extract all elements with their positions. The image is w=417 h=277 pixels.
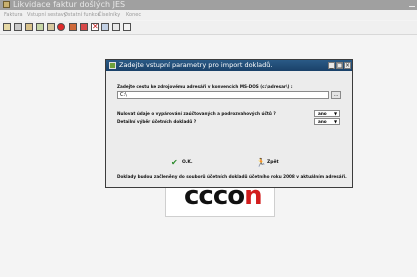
app-icon bbox=[3, 1, 10, 8]
dialog-app-icon bbox=[109, 62, 116, 69]
zero-pairing-select[interactable]: ano ▼ bbox=[314, 110, 340, 117]
path-input[interactable]: C:\ bbox=[117, 91, 329, 99]
dialog-maximize-icon[interactable]: □ bbox=[336, 62, 343, 69]
checkmark-icon: ✔ bbox=[171, 158, 178, 167]
path-label: Zadejte cestu ke zdrojovému adresáři v k… bbox=[117, 84, 293, 89]
app-title: Likvidace faktur došlých JES bbox=[13, 0, 126, 9]
dialog-title: Zadejte vstupní parametry pro import dok… bbox=[119, 61, 273, 69]
print-icon[interactable] bbox=[14, 23, 22, 31]
minimize-icon[interactable] bbox=[409, 2, 415, 7]
import-parameters-dialog: Zadejte vstupní parametry pro import dok… bbox=[105, 59, 353, 188]
delete-icon[interactable]: ✕ bbox=[91, 23, 99, 31]
menu-ciselniky[interactable]: Číselníky bbox=[98, 10, 120, 20]
chevron-down-icon: ▼ bbox=[333, 111, 338, 116]
detail-selection-value: ano bbox=[318, 119, 327, 124]
ok-button-label: O.K. bbox=[182, 160, 193, 165]
doc-icon[interactable] bbox=[123, 23, 131, 31]
tools-icon[interactable] bbox=[101, 23, 109, 31]
dialog-title-bar: Zadejte vstupní parametry pro import dok… bbox=[106, 60, 352, 71]
menu-ostatni-funkce[interactable]: Ostatní funkce bbox=[64, 10, 101, 20]
ok-button[interactable]: ✔ O.K. bbox=[166, 156, 202, 168]
stop-icon[interactable] bbox=[57, 23, 65, 31]
dialog-close-icon[interactable]: × bbox=[344, 62, 351, 69]
back-button-label: Zpět bbox=[267, 160, 279, 165]
menu-faktura[interactable]: Faktura bbox=[4, 10, 23, 20]
footer-note: Doklady budou začleněny do souborů účetn… bbox=[117, 174, 347, 179]
zero-pairing-label: Nulovat údaje o vypárování zaúčtovaných … bbox=[117, 111, 276, 116]
browse-button[interactable]: ... bbox=[331, 91, 341, 99]
dialog-minimize-icon[interactable]: _ bbox=[328, 62, 335, 69]
new-doc-icon[interactable] bbox=[3, 23, 11, 31]
toolbar: ✕ bbox=[0, 21, 417, 35]
chevron-down-icon: ▼ bbox=[333, 119, 338, 124]
edit-icon[interactable] bbox=[25, 23, 33, 31]
exit-door-icon[interactable] bbox=[69, 23, 77, 31]
back-button[interactable]: 🏃 Zpět bbox=[251, 156, 287, 168]
app-title-bar: Likvidace faktur došlých JES bbox=[0, 0, 417, 10]
menu-konec[interactable]: Konec bbox=[126, 10, 141, 20]
company-logo: cccon bbox=[165, 181, 275, 217]
table-icon[interactable] bbox=[112, 23, 120, 31]
menu-bar: Faktura Vstupní sestavy Ostatní funkce Č… bbox=[0, 10, 417, 20]
export-icon[interactable] bbox=[47, 23, 55, 31]
menu-vstupni-sestavy[interactable]: Vstupní sestavy bbox=[27, 10, 67, 20]
running-man-icon: 🏃 bbox=[256, 158, 266, 167]
copy-icon[interactable] bbox=[36, 23, 44, 31]
detail-selection-label: Detailní výběr účetních dokladů ? bbox=[117, 119, 197, 124]
detail-selection-select[interactable]: ano ▼ bbox=[314, 118, 340, 125]
arrow-icon[interactable] bbox=[80, 23, 88, 31]
zero-pairing-value: ano bbox=[318, 111, 327, 116]
